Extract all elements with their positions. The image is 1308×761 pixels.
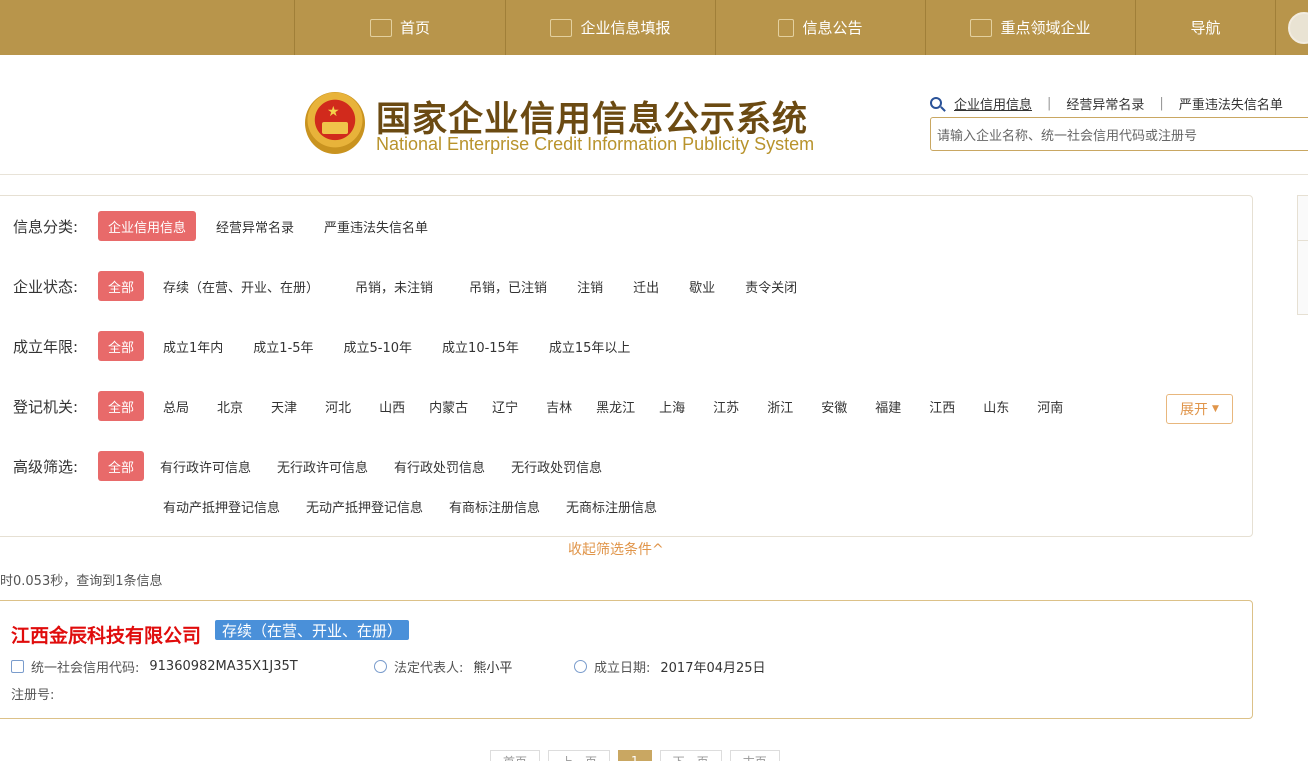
filter-option[interactable]: 上海 (649, 391, 695, 421)
credit-code-info: 统一社会信用代码: 91360982MA35X1J35T (11, 656, 298, 676)
header-link-credit-info[interactable]: 企业信用信息 (954, 94, 1032, 113)
filter-option[interactable]: 吊销，已注销 (459, 271, 557, 301)
nav-enterprise-report[interactable]: 企业信息填报 (505, 0, 715, 55)
filter-option[interactable]: 歇业 (679, 271, 725, 301)
page-1-button[interactable]: 1 (618, 750, 652, 761)
filter-option[interactable]: 河北 (315, 391, 361, 421)
filter-option[interactable]: 内蒙古 (419, 391, 478, 421)
filter-label: 登记机关: (13, 397, 79, 416)
result-card[interactable]: 江西金辰科技有限公司 存续（在营、开业、在册） 统一社会信用代码: 913609… (0, 600, 1253, 719)
nav-key-sector[interactable]: 重点领域企业 (925, 0, 1135, 55)
filter-option[interactable]: 成立15年以上 (539, 331, 641, 361)
filter-option[interactable]: 无行政许可信息 (267, 451, 378, 481)
top-nav: 首页 企业信息填报 信息公告 重点领域企业 导航 (0, 0, 1308, 55)
status-badge: 存续（在营、开业、在册） (215, 620, 410, 640)
filter-row-advanced: 高级筛选: 全部 有行政许可信息 无行政许可信息 有行政处罚信息 无行政处罚信息 (13, 451, 612, 481)
filter-option[interactable]: 成立1年内 (153, 331, 233, 361)
filter-option[interactable]: 成立5-10年 (334, 331, 423, 361)
filter-option[interactable]: 有商标注册信息 (439, 491, 550, 521)
filter-option[interactable]: 无动产抵押登记信息 (296, 491, 433, 521)
filter-option[interactable]: 河南 (1027, 391, 1073, 421)
filter-option[interactable]: 全部 (98, 391, 145, 421)
filter-option[interactable]: 无商标注册信息 (556, 491, 667, 521)
filter-option[interactable]: 吉林 (536, 391, 582, 421)
filter-option[interactable]: 无行政处罚信息 (501, 451, 612, 481)
filter-option[interactable]: 有行政许可信息 (150, 451, 261, 481)
filter-option[interactable]: 山东 (973, 391, 1019, 421)
nav-announcements[interactable]: 信息公告 (715, 0, 925, 55)
monitor-icon (369, 18, 392, 37)
filter-option[interactable]: 安徽 (811, 391, 857, 421)
nav-home[interactable]: 首页 (294, 0, 505, 55)
national-emblem-logo: ★ (305, 92, 365, 154)
filter-option[interactable]: 成立10-15年 (432, 331, 529, 361)
side-widget[interactable] (1297, 195, 1308, 315)
person-icon (374, 659, 387, 673)
first-page-button[interactable]: 首页 (490, 750, 541, 761)
pagination: 首页 上一页 1 下一页 末页 (490, 750, 780, 761)
filter-option[interactable]: 江西 (919, 391, 965, 421)
filter-option[interactable]: 全部 (98, 331, 145, 361)
filter-label: 信息分类: (13, 217, 79, 236)
prev-page-button[interactable]: 上一页 (548, 750, 611, 761)
filter-option[interactable]: 吊销，未注销 (345, 271, 443, 301)
filter-option[interactable]: 山西 (369, 391, 415, 421)
filter-option[interactable]: 有动产抵押登记信息 (153, 491, 290, 521)
speaker-icon (970, 18, 993, 37)
registration-number: 注册号: (11, 688, 55, 703)
expand-button[interactable]: 展开 ▼ (1166, 394, 1233, 424)
last-page-button[interactable]: 末页 (729, 750, 780, 761)
filter-option[interactable]: 天津 (261, 391, 307, 421)
filter-row-category: 信息分类: 企业信用信息 经营异常名录 严重违法失信名单 (13, 211, 438, 241)
pen-icon (550, 18, 573, 37)
filter-option[interactable]: 存续（在营、开业、在册） (153, 271, 329, 301)
filter-option[interactable]: 辽宁 (482, 391, 528, 421)
company-name[interactable]: 江西金辰科技有限公司 (11, 621, 201, 648)
filter-row-age: 成立年限: 全部 成立1年内 成立1-5年 成立5-10年 成立10-15年 成… (13, 331, 640, 361)
filter-option[interactable]: 浙江 (757, 391, 803, 421)
header-links: 企业信用信息 | 经营异常名录 | 严重违法失信名单 (930, 93, 1283, 113)
search-input[interactable]: 请输入企业名称、统一社会信用代码或注册号 (930, 117, 1308, 151)
established-date-info: 成立日期: 2017年04月25日 (574, 656, 766, 676)
filter-option[interactable]: 总局 (153, 391, 199, 421)
filter-option[interactable]: 有行政处罚信息 (384, 451, 495, 481)
filter-row-advanced-2: 有动产抵押登记信息 无动产抵押登记信息 有商标注册信息 无商标注册信息 (153, 491, 667, 521)
filter-option[interactable]: 责令关闭 (735, 271, 807, 301)
filter-option[interactable]: 北京 (207, 391, 253, 421)
site-header: ★ 国家企业信用信息公示系统 National Enterprise Credi… (0, 55, 1308, 175)
info-icon (574, 659, 587, 673)
filter-label: 企业状态: (13, 277, 79, 296)
collapse-filters-link[interactable]: 收起筛选条件^ (568, 539, 664, 559)
filter-option[interactable]: 迁出 (623, 271, 669, 301)
nav-navigation[interactable]: 导航 (1135, 0, 1275, 55)
filter-option[interactable]: 企业信用信息 (98, 211, 197, 241)
filter-option[interactable]: 黑龙江 (586, 391, 645, 421)
filter-option[interactable]: 江苏 (703, 391, 749, 421)
query-stats: 时0.053秒，查询到1条信息 (0, 574, 163, 589)
site-subtitle: National Enterprise Credit Information P… (376, 134, 815, 154)
document-icon (778, 18, 795, 37)
filter-label: 成立年限: (13, 337, 79, 356)
next-page-button[interactable]: 下一页 (659, 750, 722, 761)
book-icon (11, 659, 24, 673)
filter-option[interactable]: 严重违法失信名单 (314, 211, 438, 241)
filter-row-status: 企业状态: 全部 存续（在营、开业、在册） 吊销，未注销 吊销，已注销 注销 迁… (13, 271, 807, 301)
legal-rep-info: 法定代表人: 熊小平 (374, 656, 512, 676)
filter-option[interactable]: 注销 (567, 271, 613, 301)
caret-down-icon: ▼ (1212, 404, 1219, 414)
filter-panel: 信息分类: 企业信用信息 经营异常名录 严重违法失信名单 企业状态: 全部 存续… (0, 195, 1253, 537)
filter-option[interactable]: 福建 (865, 391, 911, 421)
filter-option[interactable]: 经营异常名录 (206, 211, 304, 241)
search-icon (930, 97, 942, 109)
filter-row-authority: 登记机关: 全部 总局 北京 天津 河北 山西 内蒙古 辽宁 吉林 黑龙江 上海… (13, 391, 1073, 421)
header-link-abnormal-list[interactable]: 经营异常名录 (1066, 94, 1144, 113)
filter-label: 高级筛选: (13, 457, 79, 476)
filter-option[interactable]: 全部 (98, 271, 145, 301)
filter-option[interactable]: 全部 (98, 451, 145, 481)
header-link-blacklist[interactable]: 严重违法失信名单 (1179, 94, 1283, 113)
filter-option[interactable]: 成立1-5年 (243, 331, 323, 361)
